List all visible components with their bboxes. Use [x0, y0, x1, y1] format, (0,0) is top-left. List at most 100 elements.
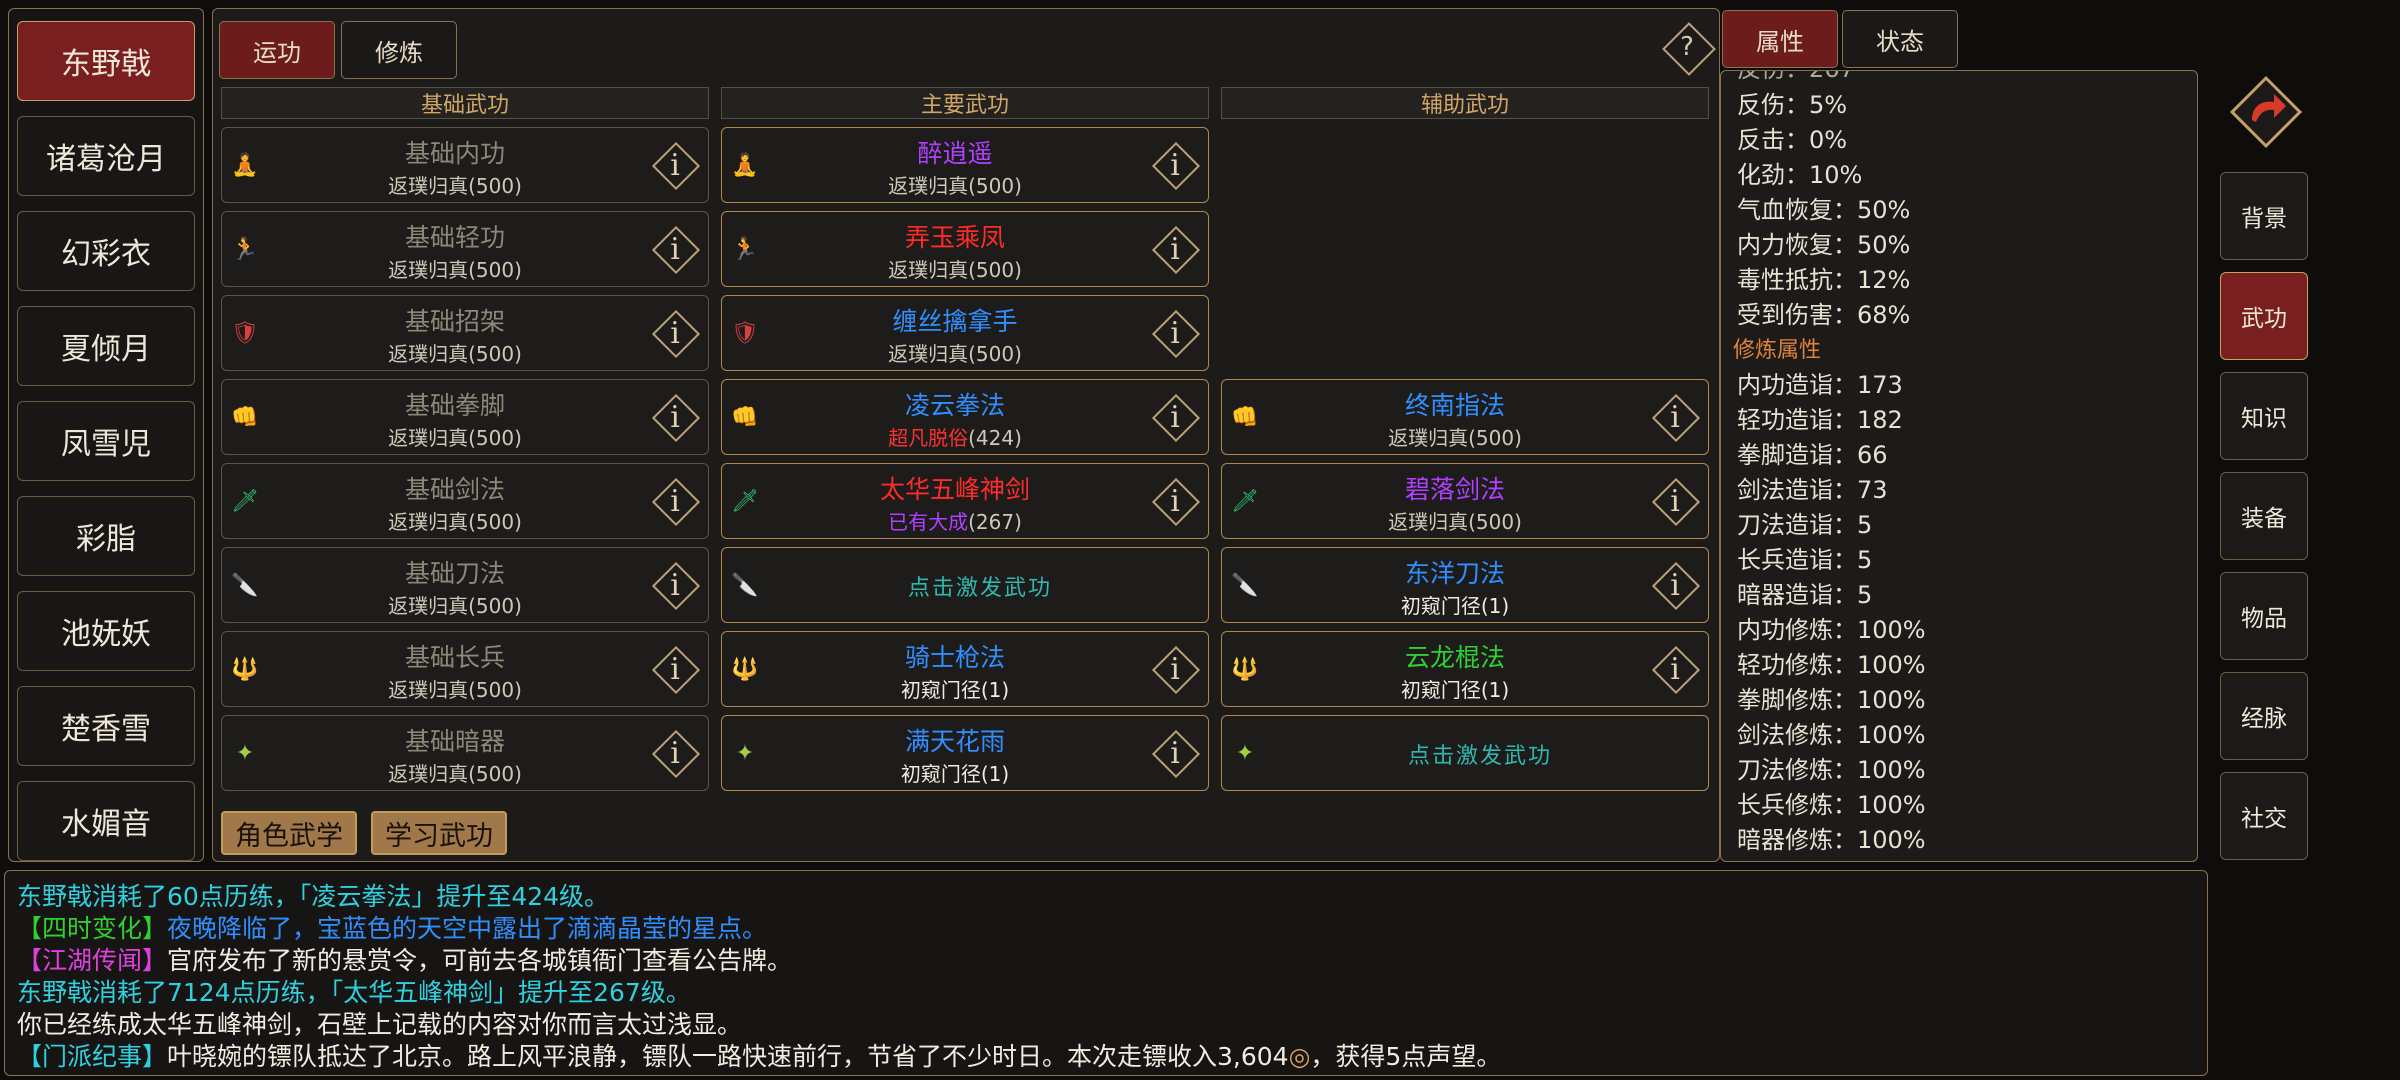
info-label: i: [1170, 147, 1180, 183]
nav-button[interactable]: 经脉: [2220, 672, 2308, 760]
skill-type-icon: ✦: [235, 740, 255, 766]
main-skill-slot[interactable]: 🗡 太华五峰神剑 已有大成(267) i: [721, 463, 1209, 539]
attribute-row: 剑法修炼：100%: [1737, 721, 1926, 749]
basic-skill-slot[interactable]: 🏃 基础轻功 返璞归真(500) i: [221, 211, 709, 287]
nav-button[interactable]: 物品: [2220, 572, 2308, 660]
nav-button[interactable]: 背景: [2220, 172, 2308, 260]
info-button[interactable]: i: [1150, 308, 1201, 359]
log-line: 【门派纪事】叶晓婉的镖队抵达了北京。路上风平浪静，镖队一路快速前行，节省了不少时…: [17, 1037, 1501, 1073]
character-button[interactable]: 水媚音: [17, 781, 195, 861]
basic-skill-slot[interactable]: 🔱 基础长兵 返璞归真(500) i: [221, 631, 709, 707]
skill-level: 返璞归真(500): [888, 258, 1022, 282]
back-button[interactable]: [2226, 72, 2306, 152]
character-button[interactable]: 楚香雪: [17, 686, 195, 766]
aux-skill-slot[interactable]: 🔱 云龙棍法 初窥门径(1) i: [1221, 631, 1709, 707]
skill-level: 返璞归真(500): [388, 258, 522, 282]
main-skill-slot[interactable]: 👊 凌云拳法 超凡脱俗(424) i: [721, 379, 1209, 455]
main-skill-slot[interactable]: 🔱 骑士枪法 初窥门径(1) i: [721, 631, 1209, 707]
skill-level: 返璞归真(500): [388, 678, 522, 702]
nav-button[interactable]: 知识: [2220, 372, 2308, 460]
info-button[interactable]: i: [650, 728, 701, 779]
main-skill-slot[interactable]: 🧘 醉逍遥 返璞归真(500) i: [721, 127, 1209, 203]
info-button[interactable]: i: [650, 476, 701, 527]
attribute-row: 拳脚修炼：100%: [1737, 686, 1926, 714]
skill-type-icon: 🏃: [731, 236, 759, 262]
basic-skill-slot[interactable]: 🔪 基础刀法 返璞归真(500) i: [221, 547, 709, 623]
tab-attributes[interactable]: 属性: [1722, 10, 1838, 68]
skill-type-icon: 👊: [1231, 404, 1259, 430]
log-line: 【江湖传闻】官府发布了新的悬赏令，可前去各城镇衙门查看公告牌。: [17, 941, 792, 977]
info-button[interactable]: i: [650, 392, 701, 443]
character-button[interactable]: 东野戟: [17, 21, 195, 101]
info-button[interactable]: i: [1650, 392, 1701, 443]
aux-skill-slot[interactable]: 🗡 碧落剑法 返璞归真(500) i: [1221, 463, 1709, 539]
aux-skill-slot[interactable]: ✦ 点击激发武功: [1221, 715, 1709, 791]
nav-button[interactable]: 社交: [2220, 772, 2308, 860]
nav-button[interactable]: 装备: [2220, 472, 2308, 560]
nav-button[interactable]: 武功: [2220, 272, 2308, 360]
attribute-row: 反伤：5%: [1737, 91, 1848, 119]
info-button[interactable]: i: [1150, 140, 1201, 191]
skill-name: 基础剑法: [404, 475, 505, 504]
skill-type-icon: 🗡: [1231, 488, 1259, 514]
character-button[interactable]: 池妩妖: [17, 591, 195, 671]
info-button[interactable]: i: [1150, 224, 1201, 275]
character-button[interactable]: 夏倾月: [17, 306, 195, 386]
skill-name: 醉逍遥: [917, 139, 993, 168]
skill-level: 返璞归真(500): [888, 342, 1022, 366]
info-button[interactable]: i: [650, 224, 701, 275]
character-button[interactable]: 彩脂: [17, 496, 195, 576]
info-button[interactable]: i: [1650, 476, 1701, 527]
help-button[interactable]: ?: [1661, 21, 1716, 76]
basic-skill-slot[interactable]: ✦ 基础暗器 返璞归真(500) i: [221, 715, 709, 791]
info-button[interactable]: i: [1150, 644, 1201, 695]
tab-status[interactable]: 状态: [1842, 10, 1958, 68]
info-button[interactable]: i: [1650, 644, 1701, 695]
info-label: i: [1170, 231, 1180, 267]
info-label: i: [670, 567, 680, 603]
skill-type-icon: 🔱: [231, 656, 259, 682]
basic-skill-slot[interactable]: 🛡 基础招架 返璞归真(500) i: [221, 295, 709, 371]
log-segment: 官府发布了新的悬赏令，可前去各城镇衙门查看公告牌。: [167, 946, 793, 975]
attribute-row: 气血恢复：50%: [1737, 196, 1911, 224]
activate-skill-prompt: 点击激发武功: [1407, 744, 1552, 769]
learn-martial-button[interactable]: 学习武功: [371, 811, 507, 855]
info-button[interactable]: i: [650, 308, 701, 359]
tab-xiulian[interactable]: 修炼: [341, 21, 457, 79]
attribute-scroll[interactable]: 反伤：267 反伤：5% 反击：0% 化劲：10% 气血恢复：50% 内力恢复：50% 毒…: [1721, 71, 2197, 861]
skill-level: 返璞归真(500): [388, 426, 522, 450]
info-button[interactable]: i: [650, 140, 701, 191]
character-button[interactable]: 凤雪児: [17, 401, 195, 481]
character-button[interactable]: 诸葛沧月: [17, 116, 195, 196]
info-button[interactable]: i: [650, 560, 701, 611]
info-label: i: [670, 651, 680, 687]
basic-skill-slot[interactable]: 👊 基础拳脚 返璞归真(500) i: [221, 379, 709, 455]
log-segment: ，获得5点声望。: [1310, 1042, 1502, 1071]
skill-type-icon: ✦: [1235, 740, 1255, 766]
info-button[interactable]: i: [1650, 560, 1701, 611]
info-button[interactable]: i: [1150, 392, 1201, 443]
character-list-panel: 东野戟诸葛沧月幻彩衣夏倾月凤雪児彩脂池妩妖楚香雪水媚音: [8, 8, 204, 862]
message-log[interactable]: 东野戟消耗了60点历练，「凌云拳法」提升至424级。 【四时变化】夜晚降临了，宝蓝…: [4, 870, 2208, 1076]
skill-type-icon: 🛡: [731, 320, 759, 346]
character-button[interactable]: 幻彩衣: [17, 211, 195, 291]
main-skill-slot[interactable]: 🛡 缠丝擒拿手 返璞归真(500) i: [721, 295, 1209, 371]
aux-skill-slot[interactable]: 🔪 东洋刀法 初窥门径(1) i: [1221, 547, 1709, 623]
main-skill-slot[interactable]: 🔪 点击激发武功: [721, 547, 1209, 623]
attribute-panel[interactable]: 反伤：267 反伤：5% 反击：0% 化劲：10% 气血恢复：50% 内力恢复：50% 毒…: [1720, 70, 2198, 862]
basic-skill-slot[interactable]: 🗡 基础剑法 返璞归真(500) i: [221, 463, 709, 539]
tab-yungong[interactable]: 运功: [219, 21, 335, 79]
info-button[interactable]: i: [1150, 476, 1201, 527]
main-skill-slot[interactable]: ✦ 满天花雨 初窥门径(1) i: [721, 715, 1209, 791]
role-martial-button[interactable]: 角色武学: [221, 811, 357, 855]
skill-name: 凌云拳法: [904, 391, 1005, 420]
aux-skill-slot[interactable]: 👊 终南指法 返璞归真(500) i: [1221, 379, 1709, 455]
attribute-row: 长兵造诣：5: [1737, 546, 1873, 574]
skill-level: 返璞归真(500): [388, 762, 522, 786]
info-button[interactable]: i: [1150, 728, 1201, 779]
skill-type-icon: 🛡: [231, 320, 259, 346]
basic-skill-slot[interactable]: 🧘 基础内功 返璞归真(500) i: [221, 127, 709, 203]
attribute-row: 长兵修炼：100%: [1737, 791, 1926, 819]
info-button[interactable]: i: [650, 644, 701, 695]
main-skill-slot[interactable]: 🏃 弄玉乘凤 返璞归真(500) i: [721, 211, 1209, 287]
